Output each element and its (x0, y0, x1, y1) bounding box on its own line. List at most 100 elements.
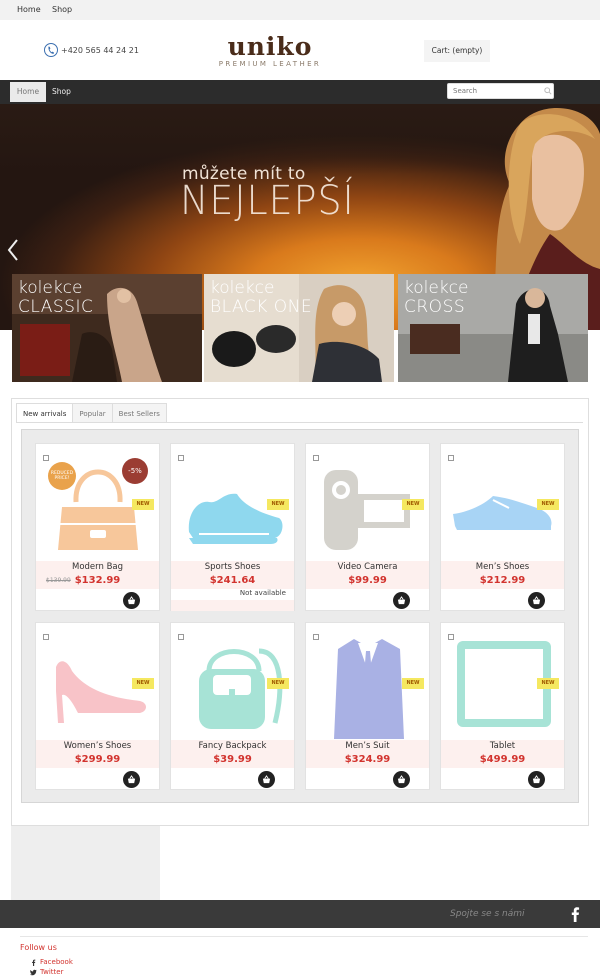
nav-item-home[interactable]: Home (10, 82, 46, 102)
basket-icon (127, 596, 136, 605)
collection-name: CLASSIC (18, 297, 94, 317)
connect-text: Spojte se s námi (450, 909, 525, 919)
product-card[interactable]: REDUCED PRICE! -5% NEW Modern Bag $139.9… (35, 443, 160, 611)
product-card[interactable]: NEW Men’s Suit $324.99 (305, 622, 430, 790)
facebook-icon[interactable] (570, 906, 580, 922)
social-link-twitter[interactable]: Twitter (30, 968, 63, 976)
tab-best-sellers[interactable]: Best Sellers (111, 403, 167, 423)
product-name[interactable]: Sports Shoes (171, 562, 294, 572)
add-to-cart-button[interactable] (123, 592, 140, 609)
product-name[interactable]: Fancy Backpack (171, 741, 294, 751)
product-name[interactable]: Men’s Suit (306, 741, 429, 751)
compare-checkbox[interactable] (178, 634, 184, 640)
product-name[interactable]: Tablet (441, 741, 564, 751)
basket-icon (262, 775, 271, 784)
product-price: $241.64 (209, 575, 256, 586)
add-to-cart-button[interactable] (258, 771, 275, 788)
search-box (447, 83, 554, 99)
product-name[interactable]: Men’s Shoes (441, 562, 564, 572)
new-badge: NEW (132, 499, 154, 510)
cart-button[interactable]: Cart: (empty) (424, 40, 490, 62)
compare-checkbox[interactable] (313, 634, 319, 640)
top-link-home[interactable]: Home (17, 5, 41, 14)
collection-black-one[interactable]: kolekce BLACK ONE (204, 274, 394, 382)
add-to-cart-button[interactable] (528, 771, 545, 788)
product-card[interactable]: NEW Men’s Shoes $212.99 (440, 443, 565, 611)
compare-checkbox[interactable] (313, 455, 319, 461)
tab-new-arrivals[interactable]: New arrivals (16, 403, 74, 423)
product-name[interactable]: Women’s Shoes (36, 741, 159, 751)
product-price: $132.99 (74, 575, 121, 586)
twitter-icon (30, 969, 37, 975)
basket-icon (127, 775, 136, 784)
footer-divider (20, 936, 588, 937)
tab-popular[interactable]: Popular (72, 403, 113, 423)
chevron-left-icon[interactable] (6, 238, 20, 262)
basket-icon (532, 596, 541, 605)
collection-classic[interactable]: kolekce CLASSIC (12, 274, 202, 382)
follow-us-title: Follow us (20, 943, 57, 952)
search-input[interactable] (448, 84, 543, 98)
logo-brand: uniko (227, 32, 313, 61)
product-card[interactable]: NEW Women’s Shoes $299.99 (35, 622, 160, 790)
new-badge: NEW (267, 678, 289, 689)
collection-label: kolekce (18, 278, 83, 298)
product-card[interactable]: NEW Sports Shoes $241.64 Not available (170, 443, 295, 611)
product-card[interactable]: NEW Video Camera $99.99 (305, 443, 430, 611)
top-utility-bar: Home Shop (0, 0, 600, 20)
search-icon[interactable] (544, 87, 552, 95)
new-badge: NEW (537, 499, 559, 510)
social-link-facebook[interactable]: Facebook (30, 958, 73, 966)
compare-checkbox[interactable] (448, 455, 454, 461)
basket-icon (532, 775, 541, 784)
collection-name: CROSS (404, 297, 466, 317)
product-tabs: New arrivals Popular Best Sellers (16, 403, 167, 423)
product-card[interactable]: NEW Fancy Backpack $39.99 (170, 622, 295, 790)
header: +420 565 44 24 21 uniko PREMIUM LEATHER … (0, 20, 600, 80)
product-price: $499.99 (479, 754, 526, 765)
new-badge: NEW (267, 499, 289, 510)
add-to-cart-button[interactable] (393, 771, 410, 788)
social-link-label: Twitter (40, 968, 64, 976)
product-price: $299.99 (74, 754, 121, 765)
compare-checkbox[interactable] (448, 634, 454, 640)
discount-badge: -5% (122, 458, 148, 484)
collection-name: BLACK ONE (210, 297, 313, 317)
facebook-icon (32, 959, 36, 966)
product-price: $324.99 (344, 754, 391, 765)
nav-item-shop[interactable]: Shop (52, 82, 71, 102)
product-price: $212.99 (479, 575, 526, 586)
product-name[interactable]: Video Camera (306, 562, 429, 572)
product-price: $39.99 (213, 754, 252, 765)
top-link-shop[interactable]: Shop (52, 5, 72, 14)
availability-status: Not available (239, 589, 286, 597)
add-to-cart-button[interactable] (393, 592, 410, 609)
logo[interactable]: uniko PREMIUM LEATHER (205, 34, 335, 68)
collection-label: kolekce (404, 278, 469, 298)
basket-icon (397, 775, 406, 784)
empty-sidebar-block (11, 826, 160, 900)
hero-title: NEJLEPŠÍ (180, 178, 355, 224)
new-badge: NEW (537, 678, 559, 689)
availability-bar (171, 600, 294, 611)
compare-checkbox[interactable] (43, 634, 49, 640)
add-to-cart-button[interactable] (528, 592, 545, 609)
basket-icon (397, 596, 406, 605)
phone-contact: +420 565 44 24 21 (44, 42, 139, 58)
new-badge: NEW (402, 678, 424, 689)
collection-cross[interactable]: kolekce CROSS (398, 274, 588, 382)
social-link-label: Facebook (40, 958, 73, 966)
logo-tagline: PREMIUM LEATHER (218, 60, 322, 68)
reduced-price-badge: REDUCED PRICE! (48, 462, 76, 490)
product-price: $99.99 (348, 575, 387, 586)
collection-label: kolekce (210, 278, 275, 298)
phone-number: +420 565 44 24 21 (61, 45, 139, 55)
new-badge: NEW (132, 678, 154, 689)
compare-checkbox[interactable] (43, 455, 49, 461)
compare-checkbox[interactable] (178, 455, 184, 461)
phone-icon (44, 43, 58, 57)
add-to-cart-button[interactable] (123, 771, 140, 788)
footer-bar: Spojte se s námi (0, 900, 600, 928)
product-card[interactable]: NEW Tablet $499.99 (440, 622, 565, 790)
product-name[interactable]: Modern Bag (36, 562, 159, 572)
